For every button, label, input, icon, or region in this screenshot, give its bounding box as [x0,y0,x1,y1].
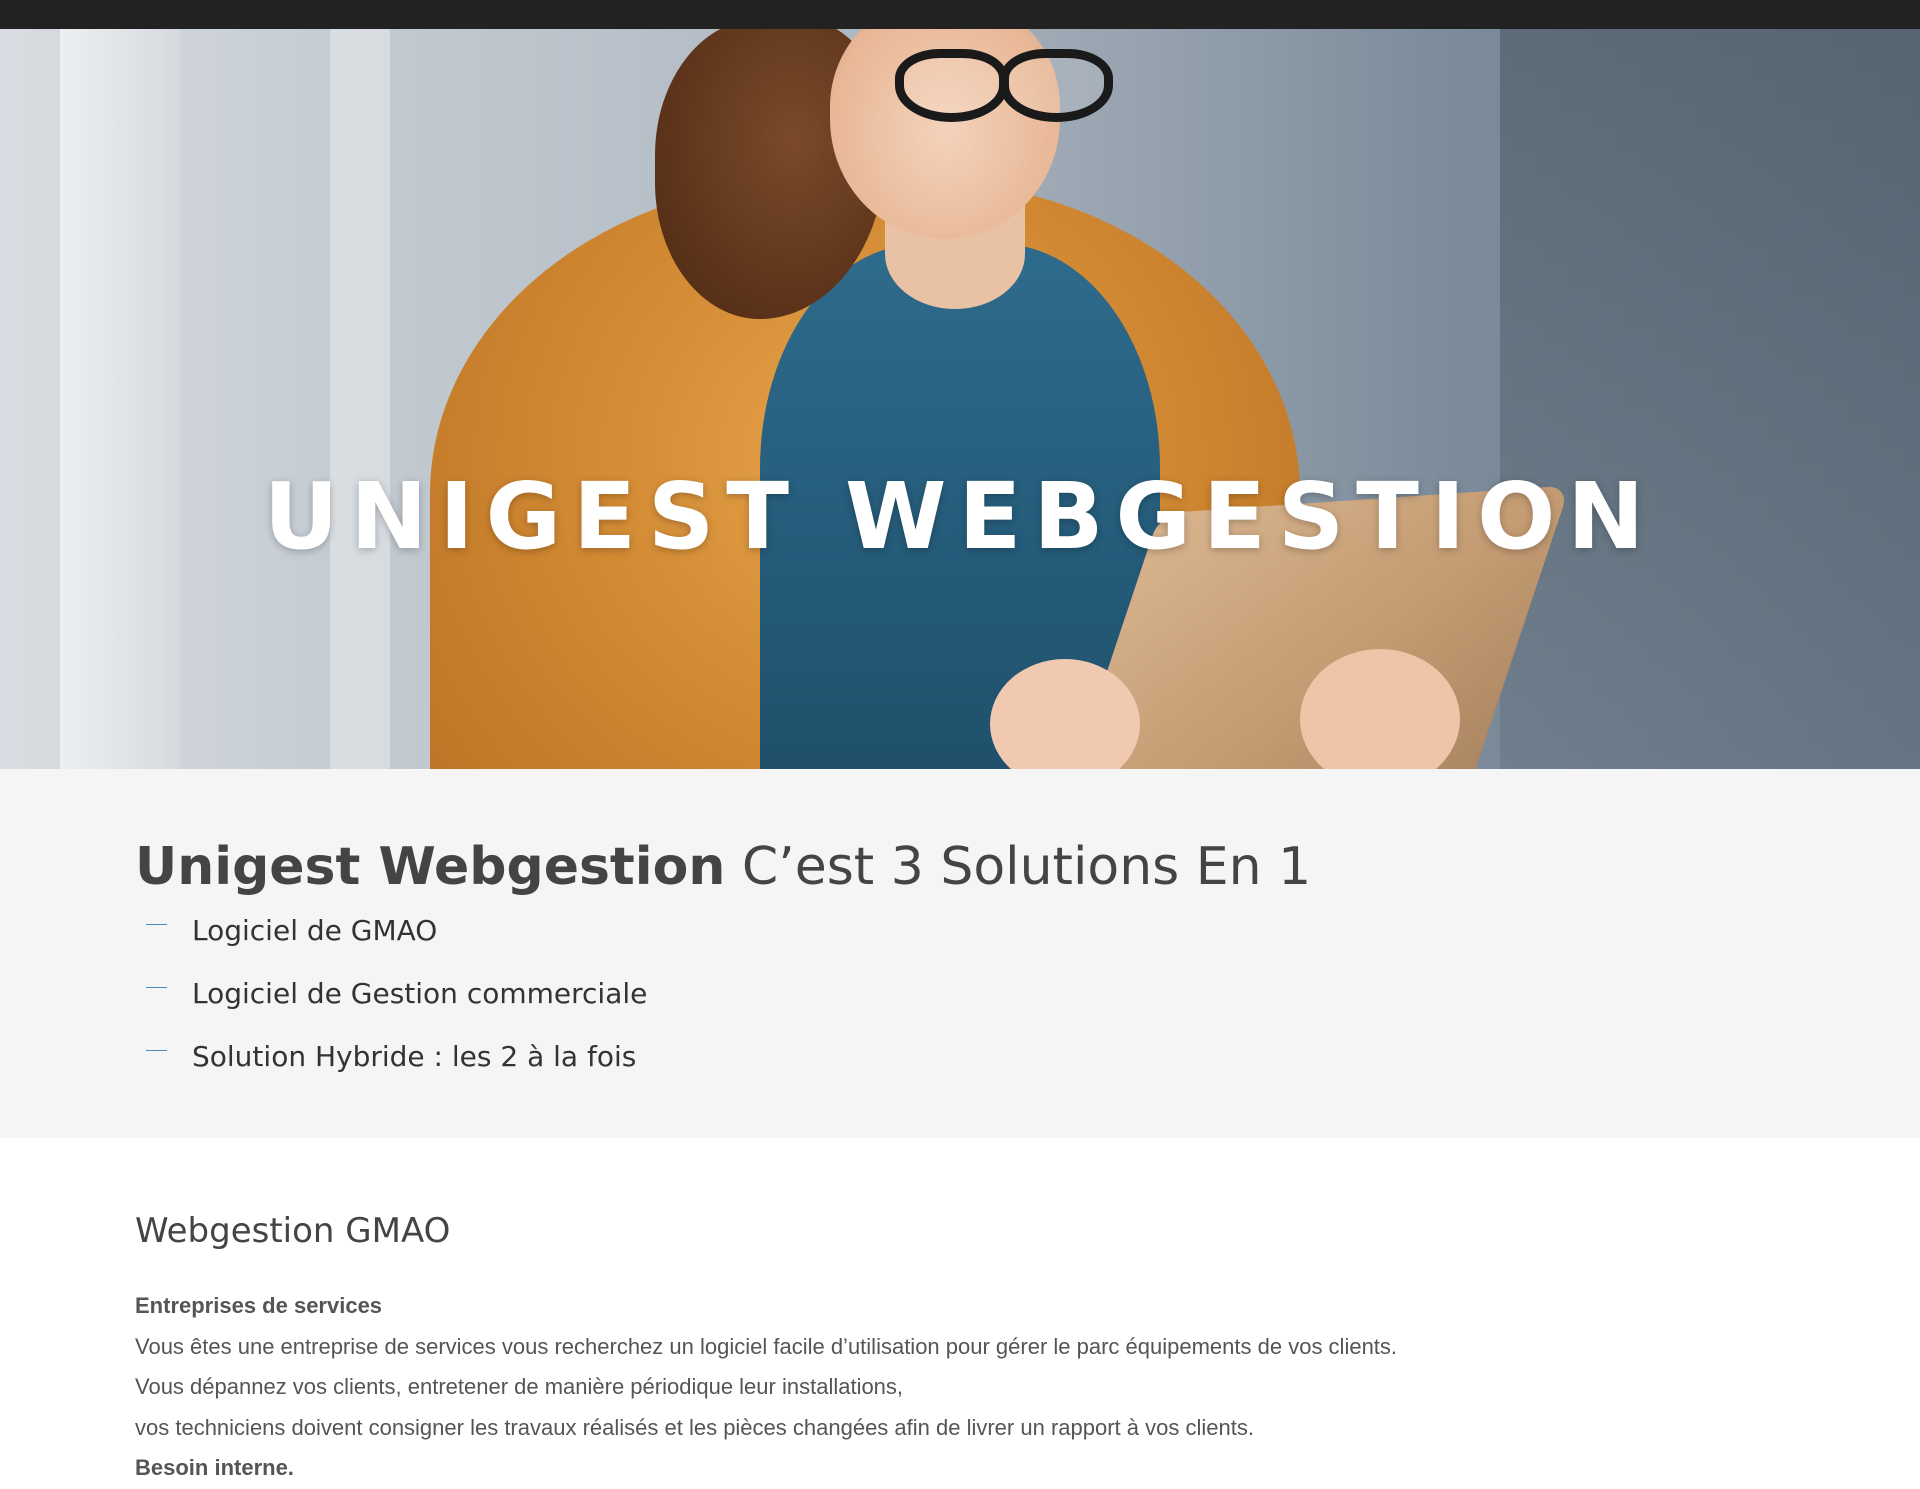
dash-bullet-icon [146,1050,167,1051]
dash-bullet-icon [146,924,167,925]
dash-bullet-icon [146,987,167,988]
list-item-label: Logiciel de Gestion commerciale [192,977,648,1010]
gmao-paragraph-line-1: Vous êtes une entreprise de services vou… [135,1333,1398,1359]
gmao-paragraph-line-3: vos techniciens doivent consigner les tr… [135,1414,1254,1440]
gmao-subhead-services: Entreprises de services [135,1293,383,1318]
solutions-heading-rest: C’est 3 Solutions En 1 [725,837,1312,897]
gmao-body: Entreprises de services Vous êtes une en… [135,1286,1397,1489]
list-item: Solution Hybride : les 2 à la fois [135,1025,647,1088]
list-item: Logiciel de GMAO [135,899,647,962]
gmao-title: Webgestion GMAO [135,1211,451,1251]
solutions-list: Logiciel de GMAO Logiciel de Gestion com… [135,899,647,1088]
gmao-subhead-internal: Besoin interne. [135,1455,294,1480]
list-item-label: Logiciel de GMAO [192,914,438,947]
solutions-section: Unigest Webgestion C’est 3 Solutions En … [0,769,1920,1138]
list-item: Logiciel de Gestion commerciale [135,962,647,1025]
hero-banner: UNIGEST WEBGESTION [0,29,1920,769]
gmao-paragraph-line-2: Vous dépannez vos clients, entretener de… [135,1374,904,1399]
hero-glasses-left [895,49,1008,122]
gmao-section: Webgestion GMAO Entreprises de services … [0,1138,1920,1488]
hero-background-building [1500,29,1920,769]
hero-background-window [60,29,180,769]
hero-glasses-right [1000,49,1113,122]
top-bar [0,0,1920,29]
solutions-heading: Unigest Webgestion C’est 3 Solutions En … [135,829,1311,905]
hero-title: UNIGEST WEBGESTION [263,462,1657,570]
solutions-heading-strong: Unigest Webgestion [135,837,726,897]
hero-background-column [330,29,390,769]
list-item-label: Solution Hybride : les 2 à la fois [192,1040,637,1073]
